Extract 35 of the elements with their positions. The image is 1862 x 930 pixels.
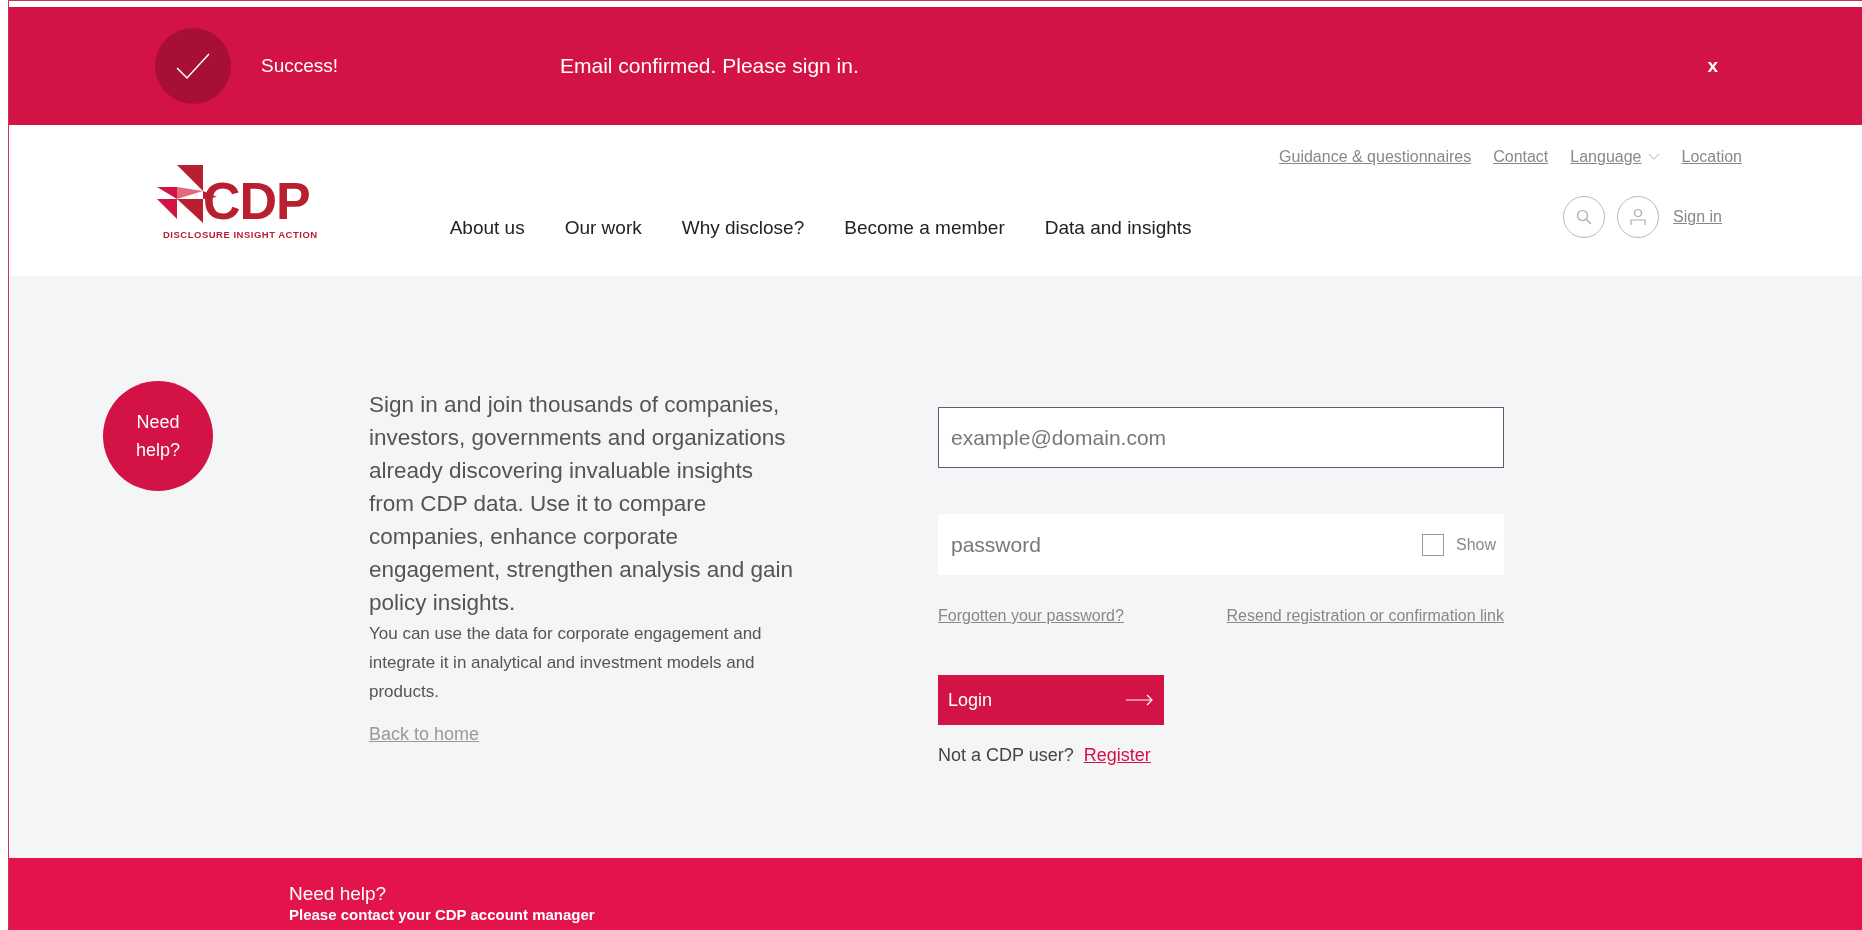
utility-link[interactable]: Contact (1493, 148, 1549, 166)
user-button[interactable] (1617, 196, 1660, 238)
register-link[interactable]: Register (1083, 745, 1151, 766)
intro-detail: You can use the data for corporate engagement and integrate it in analytical and investment models and products. (369, 623, 763, 703)
footer-text: Please contact your CDP account manager (289, 906, 596, 924)
language-link[interactable]: Language (1570, 148, 1642, 166)
logo-wordmark[interactable]: CDP (203, 175, 310, 227)
close-button[interactable]: x (1703, 53, 1722, 79)
user-icon (1629, 208, 1648, 226)
search-icon (1576, 209, 1593, 225)
nav-link[interactable]: About us (449, 217, 525, 239)
alert-message: Email confirmed. Please sign in. (560, 54, 859, 78)
resend-link[interactable]: Resend registration or confirmation link (1226, 607, 1504, 625)
register-prompt: Not a CDP user? (938, 745, 1074, 766)
show-label: Show (1455, 535, 1496, 554)
utility-link[interactable]: Location (1681, 148, 1742, 166)
need-help-button[interactable]: Need help? (103, 381, 213, 491)
footer-title: Need help? (289, 882, 388, 906)
nav-link[interactable]: Data and insights (1044, 217, 1192, 239)
nav-link[interactable]: Why disclose? (681, 217, 805, 239)
sign-in-link[interactable]: Sign in (1673, 208, 1722, 226)
forgot-password-link[interactable]: Forgotten your password? (938, 607, 1124, 625)
alert-title: Success! (261, 55, 340, 77)
nav-link[interactable]: Become a member (844, 217, 1005, 239)
nav-link[interactable]: Our work (564, 217, 642, 239)
login-button[interactable]: Login (938, 675, 1164, 725)
logo-tagline: DISCLOSURE INSIGHT ACTION (163, 229, 318, 240)
password-field[interactable]: password (938, 514, 1422, 575)
arrow-right-icon (1126, 694, 1154, 706)
show-checkbox[interactable] (1421, 533, 1444, 556)
utility-link[interactable]: Guidance & questionnaires (1279, 148, 1472, 166)
email-field[interactable]: example@domain.com (938, 407, 1504, 468)
intro-text: Sign in and join thousands of companies, investors, governments and organizations already discovering invaluable insights from CDP data. Use it to compare companies, enhance corporate engagement, strengthen analysis and gain policy insights. (369, 391, 795, 617)
chevron-down-icon[interactable] (1647, 153, 1660, 161)
search-button[interactable] (1563, 196, 1606, 238)
